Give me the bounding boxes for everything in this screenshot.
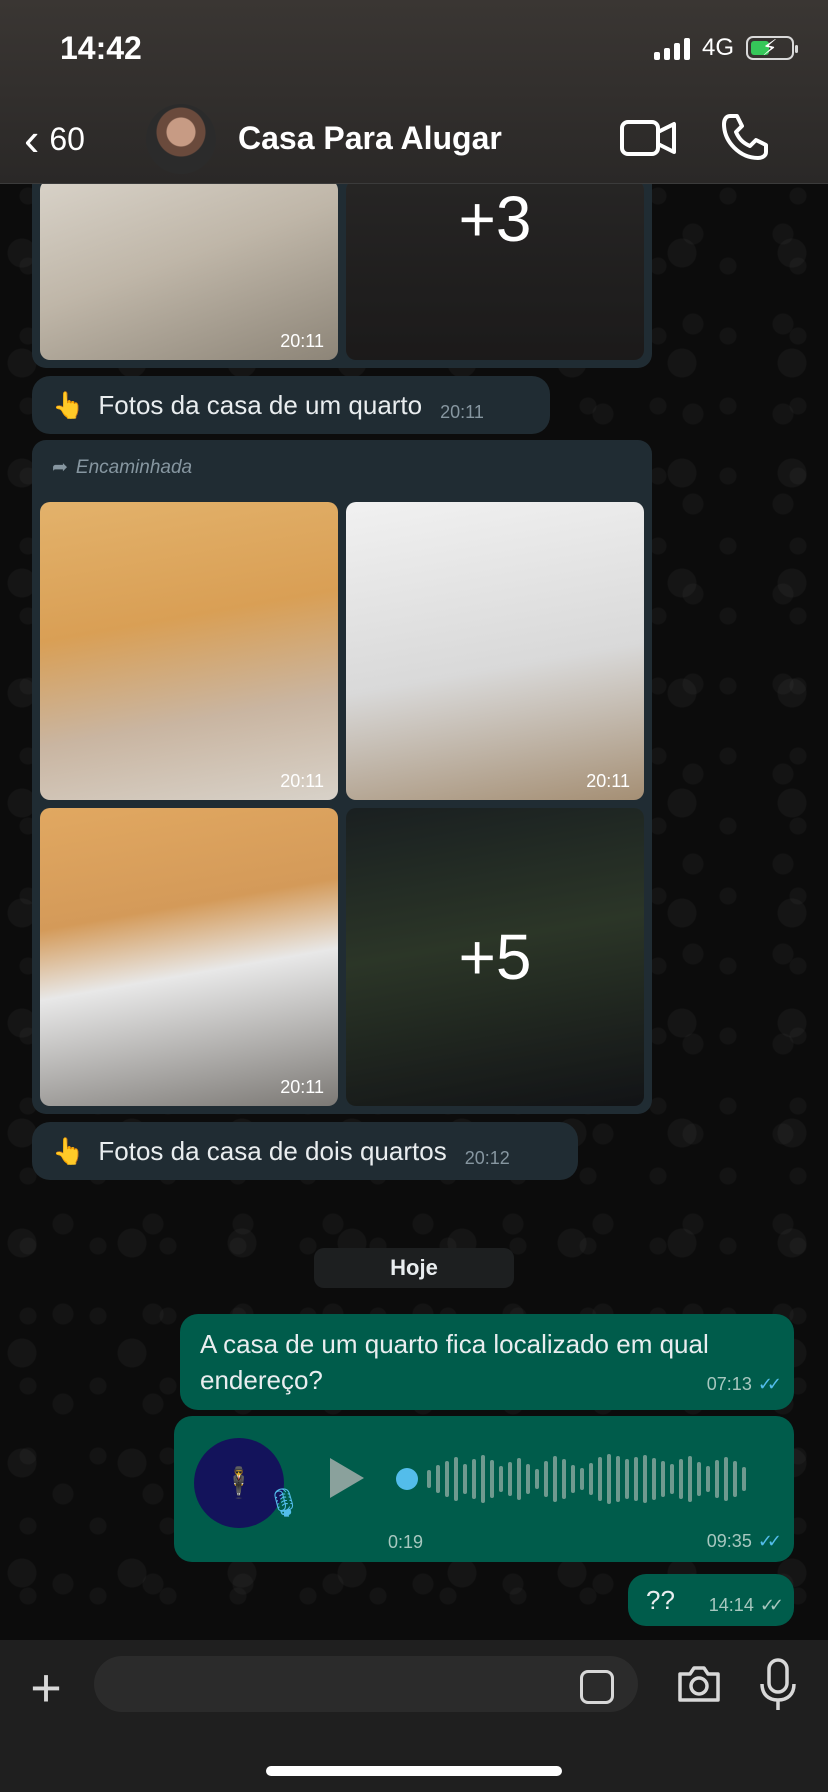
contact-avatar[interactable] xyxy=(146,104,216,174)
unread-count: 60 xyxy=(49,120,85,157)
pointing-up-emoji: 👆 xyxy=(52,389,85,420)
message-caption[interactable]: 👆 Fotos da casa de dois quartos 20:12 xyxy=(32,1122,578,1180)
message-time: 07:13 xyxy=(706,1374,752,1394)
video-call-icon[interactable] xyxy=(620,116,676,160)
pointing-up-emoji: 👆 xyxy=(52,1135,85,1166)
message-composer: + xyxy=(0,1640,828,1792)
message-text: ?? xyxy=(646,1584,675,1615)
voice-duration: 0:19 xyxy=(388,1532,424,1552)
caption-text: Fotos da casa de dois quartos xyxy=(98,1135,447,1166)
message-meta: 07:13 ✓✓ xyxy=(706,1366,782,1402)
plus-icon[interactable]: + xyxy=(22,1661,70,1715)
read-ticks-icon: ✓✓ xyxy=(757,1531,782,1551)
photo-time: 20:11 xyxy=(280,771,324,791)
message-meta: 09:35 ✓✓ xyxy=(706,1531,782,1552)
caption-text: Fotos da casa de um quarto xyxy=(98,389,423,420)
date-separator: Hoje xyxy=(314,1248,514,1288)
photo-thumbnail[interactable]: 20:11 xyxy=(40,808,338,1106)
photo-time: 20:11 xyxy=(280,1077,324,1097)
voice-message[interactable]: 🕴 🎙 0:19 09:35 ✓✓ xyxy=(174,1416,794,1562)
status-time: 14:42 xyxy=(60,30,142,66)
photo-thumbnail[interactable]: 20:11 xyxy=(346,502,644,800)
photo-thumbnail[interactable]: 20:11 xyxy=(40,502,338,800)
delivered-ticks-icon: ✓✓ xyxy=(759,1595,784,1615)
sticker-icon[interactable] xyxy=(580,1670,614,1704)
forwarded-label: ➦ Encaminhada xyxy=(52,456,193,479)
photo-time: 20:11 xyxy=(586,771,630,791)
play-icon[interactable] xyxy=(330,1458,364,1498)
more-photos-count: +5 xyxy=(346,808,644,1106)
chevron-left-icon: ‹ xyxy=(24,113,40,165)
status-indicators: 4G ⚡ xyxy=(653,34,798,62)
battery-icon: ⚡ xyxy=(746,35,798,60)
back-button[interactable]: ‹ 60 xyxy=(24,116,85,162)
message-input[interactable] xyxy=(94,1656,638,1712)
message-meta: 14:14 ✓✓ xyxy=(708,1595,784,1616)
contact-name[interactable]: Casa Para Alugar xyxy=(238,120,502,157)
phone-icon[interactable] xyxy=(720,112,770,162)
photo-time: 20:11 xyxy=(280,331,324,351)
network-type: 4G xyxy=(701,34,734,61)
forward-arrow-icon: ➦ xyxy=(52,457,68,478)
audio-waveform[interactable] xyxy=(396,1452,756,1506)
more-photos-count: +3 xyxy=(346,180,644,360)
microphone-icon[interactable] xyxy=(758,1658,798,1712)
outgoing-message[interactable]: A casa de um quarto fica localizado em q… xyxy=(180,1314,794,1410)
photo-thumbnail-more[interactable]: +3 xyxy=(346,180,644,360)
signal-icon xyxy=(653,36,690,60)
photo-thumbnail[interactable]: 20:11 xyxy=(40,180,338,360)
nav-bar: ‹ 60 Casa Para Alugar xyxy=(0,96,828,184)
message-text: A casa de um quarto fica localizado em q… xyxy=(200,1329,709,1395)
read-ticks-icon: ✓✓ xyxy=(757,1374,782,1394)
message-time: 09:35 xyxy=(706,1531,752,1551)
message-caption[interactable]: 👆 Fotos da casa de um quarto 20:11 xyxy=(32,376,550,434)
message-time: 20:11 xyxy=(440,401,484,422)
outgoing-message[interactable]: ?? 14:14 ✓✓ xyxy=(628,1574,794,1626)
message-time: 20:12 xyxy=(464,1147,510,1168)
microphone-icon: 🎙 xyxy=(266,1487,302,1518)
photo-thumbnail-more[interactable]: +5 xyxy=(346,808,644,1106)
message-time: 14:14 xyxy=(708,1595,754,1615)
camera-icon[interactable] xyxy=(676,1664,722,1704)
playback-thumb[interactable] xyxy=(396,1468,418,1490)
chat-header: 14:42 4G ⚡ ‹ 60 Casa Para Alugar xyxy=(0,0,828,184)
home-indicator xyxy=(266,1766,562,1776)
